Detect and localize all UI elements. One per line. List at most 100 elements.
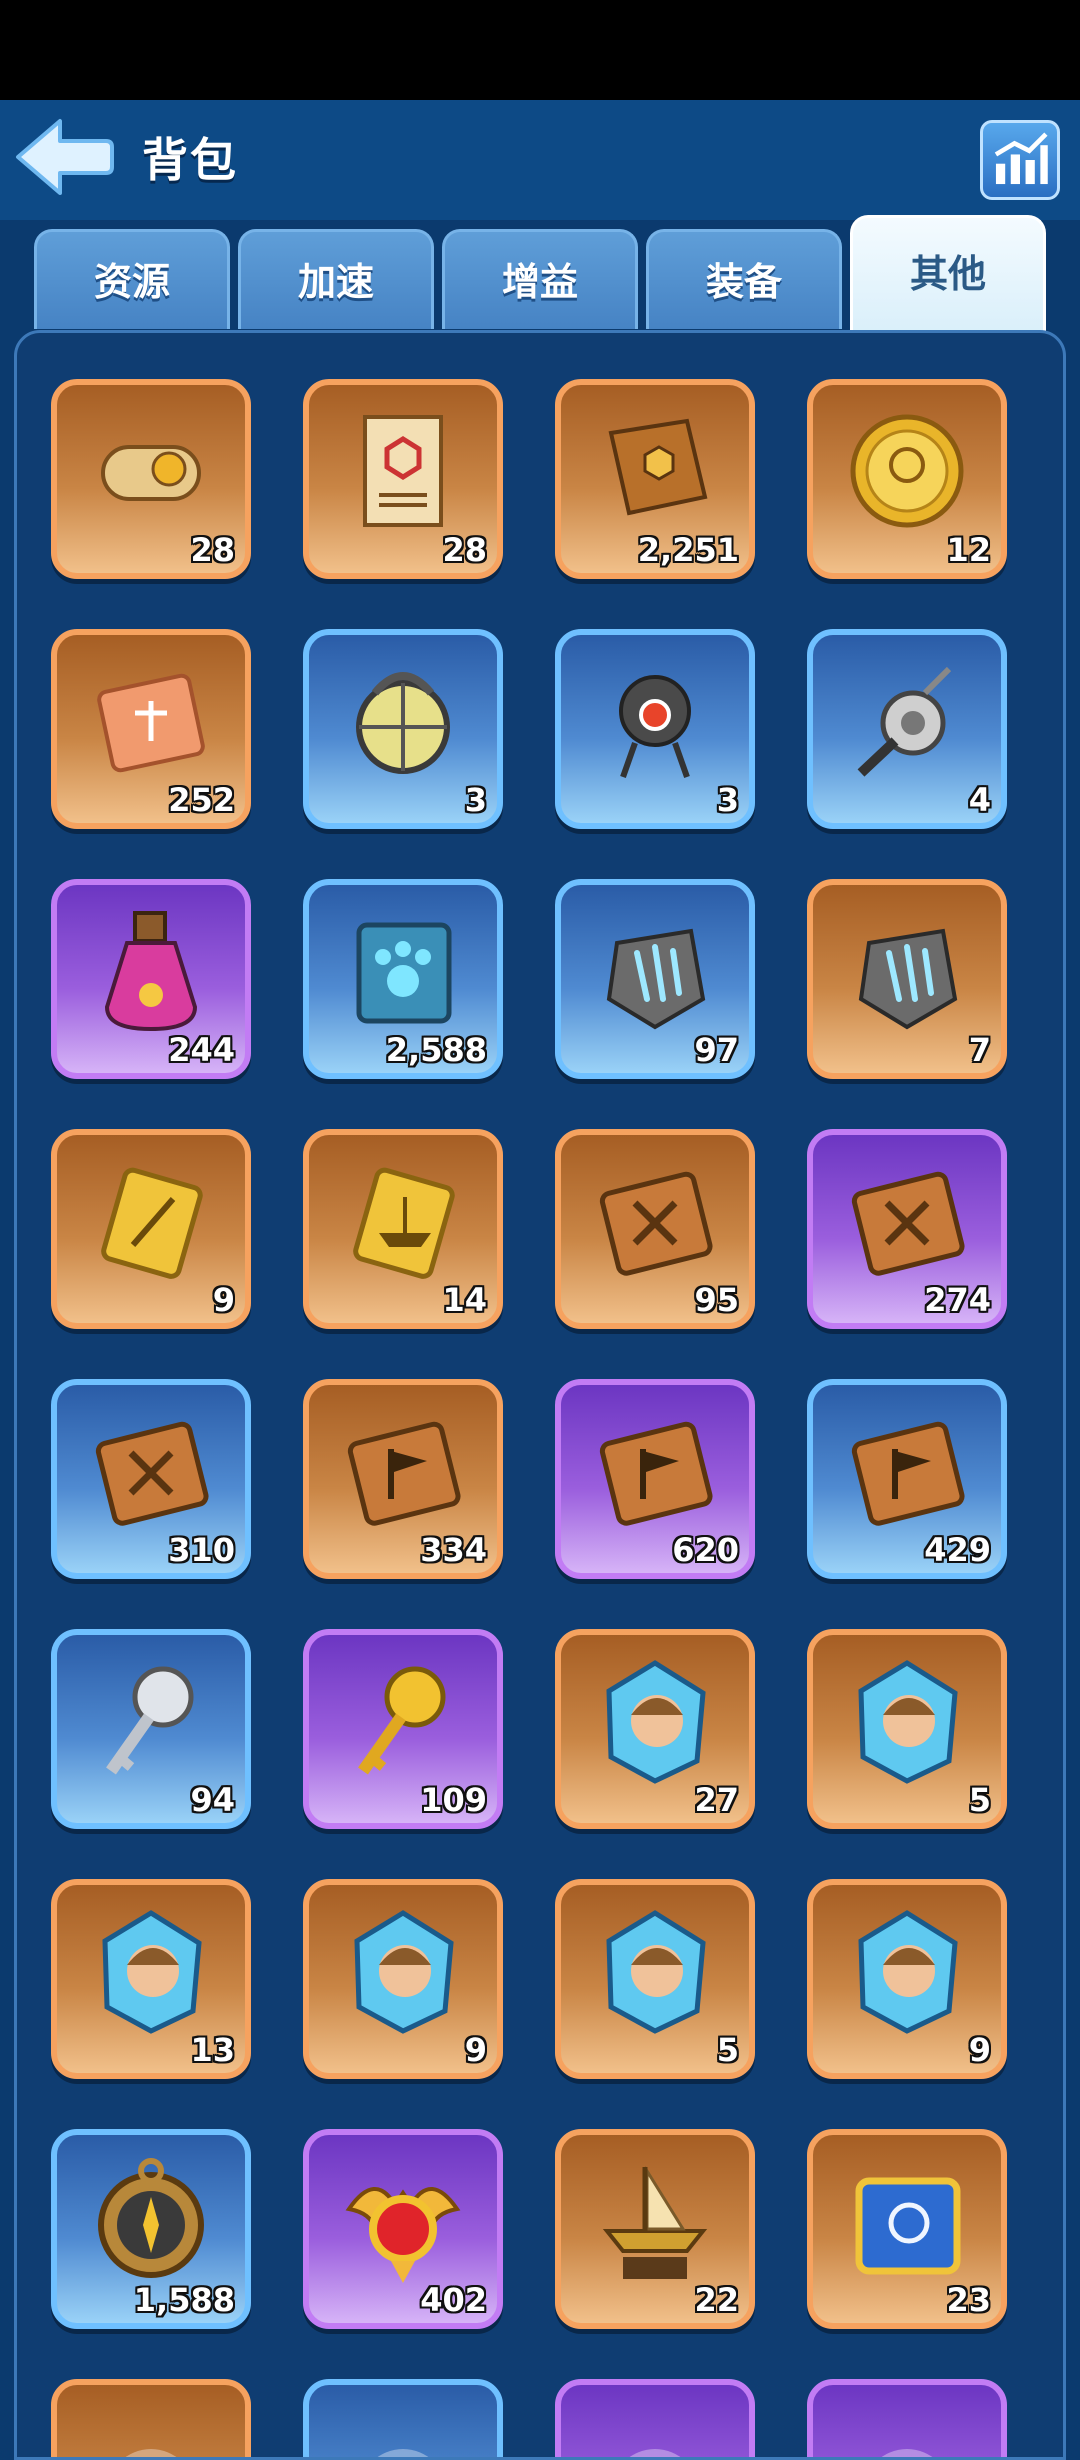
item-count: 244	[168, 1031, 235, 1069]
item-count: 14	[442, 1281, 487, 1319]
item-count: 5	[716, 2031, 739, 2069]
item-count: 27	[694, 1781, 739, 1819]
sword-book-icon	[851, 1171, 965, 1276]
inventory-slot[interactable]: 12	[807, 379, 1007, 579]
item-icon	[377, 2449, 429, 2457]
item-count: 109	[420, 1781, 487, 1819]
status-bar	[0, 0, 1080, 100]
inventory-slot[interactable]: 97	[555, 879, 755, 1079]
item-count: 274	[924, 1281, 991, 1319]
inventory-slot[interactable]: 9	[807, 1879, 1007, 2079]
inventory-slot[interactable]	[555, 2379, 755, 2457]
inventory-slot[interactable]: 2,251	[555, 379, 755, 579]
inventory-slot[interactable]: 14	[303, 1129, 503, 1329]
item-count: 252	[168, 781, 235, 819]
inventory-slot[interactable]: 94	[51, 1629, 251, 1829]
tab-resources[interactable]: 资源	[34, 229, 230, 329]
lantern-icon	[356, 672, 450, 774]
flag-book-icon	[599, 1421, 713, 1526]
inventory-slot[interactable]: 244	[51, 879, 251, 1079]
item-count: 5	[968, 1781, 991, 1819]
item-icon	[881, 2449, 933, 2457]
potion-icon	[104, 911, 198, 1032]
hero-shard-icon	[606, 1660, 706, 1784]
inventory-slot[interactable]: 620	[555, 1379, 755, 1579]
inventory-slot[interactable]: 5	[807, 1629, 1007, 1829]
item-icon	[629, 2449, 681, 2457]
inventory-slot[interactable]: 310	[51, 1379, 251, 1579]
claw-stone-icon	[858, 928, 958, 1030]
inventory-slot[interactable]: 95	[555, 1129, 755, 1329]
claw-stone-icon	[606, 928, 706, 1030]
item-count: 9	[212, 1281, 235, 1319]
item-count: 13	[190, 2031, 235, 2069]
tab-speedup[interactable]: 加速	[238, 229, 434, 329]
sword-card-icon	[101, 1167, 203, 1279]
inventory-slot[interactable]: 402	[303, 2129, 503, 2329]
stats-button[interactable]	[980, 120, 1060, 200]
hero-shard-icon	[354, 1910, 454, 2034]
flag-book-icon	[851, 1421, 965, 1526]
item-count: 94	[190, 1781, 235, 1819]
item-count: 1,588	[133, 2281, 235, 2319]
inventory-slot[interactable]: 252	[51, 629, 251, 829]
tab-equipment[interactable]: 装备	[646, 229, 842, 329]
inventory-slot[interactable]: 13	[51, 1879, 251, 2079]
item-count: 402	[420, 2281, 487, 2319]
fishing-reel-icon	[857, 666, 952, 777]
bar-chart-icon	[994, 132, 1048, 185]
inventory-slot[interactable]: 3	[555, 629, 755, 829]
hero-shard-icon	[858, 1910, 958, 2034]
item-count: 95	[694, 1281, 739, 1319]
inventory-slot[interactable]	[303, 2379, 503, 2457]
item-icon	[125, 2449, 177, 2457]
parchment-icon	[363, 415, 443, 527]
inventory-slot[interactable]: 23	[807, 2129, 1007, 2329]
item-count: 2,588	[385, 1031, 487, 1069]
tab-buffs[interactable]: 增益	[442, 229, 638, 329]
inventory-slot[interactable]: 5	[555, 1879, 755, 2079]
inventory-slot[interactable]: 3	[303, 629, 503, 829]
inventory-slot[interactable]: 28	[303, 379, 503, 579]
inventory-slot[interactable]: 109	[303, 1629, 503, 1829]
item-count: 12	[946, 531, 991, 569]
inventory-slot[interactable]: 4	[807, 629, 1007, 829]
item-count: 28	[442, 531, 487, 569]
ticket-icon	[97, 673, 205, 773]
inventory-slot[interactable]: 7	[807, 879, 1007, 1079]
inventory-slot[interactable]	[51, 2379, 251, 2457]
item-count: 9	[464, 2031, 487, 2069]
item-count: 334	[420, 1531, 487, 1569]
paw-book-icon	[356, 922, 452, 1024]
silver-key-icon	[106, 1666, 194, 1775]
ship-trophy-icon	[602, 2165, 708, 2279]
inventory-slot[interactable]: 27	[555, 1629, 755, 1829]
inventory-slot[interactable]: 334	[303, 1379, 503, 1579]
hero-shard-icon	[858, 1660, 958, 1784]
robot-drone-icon	[619, 675, 691, 778]
inventory-slot[interactable]: 429	[807, 1379, 1007, 1579]
inventory-slot[interactable]: 274	[807, 1129, 1007, 1329]
inventory-slot[interactable]: 2,588	[303, 879, 503, 1079]
back-arrow-icon[interactable]	[14, 115, 114, 199]
item-count: 9	[968, 2031, 991, 2069]
page-title: 背包	[142, 133, 238, 187]
item-count: 620	[672, 1531, 739, 1569]
item-count: 310	[168, 1531, 235, 1569]
boat-card-icon	[353, 1167, 455, 1279]
tab-other[interactable]: 其他	[850, 215, 1046, 335]
hero-shard-icon	[606, 1910, 706, 2034]
inventory-slot[interactable]: 9	[51, 1129, 251, 1329]
inventory-slot[interactable]	[807, 2379, 1007, 2457]
gem-medal-icon	[345, 2187, 461, 2283]
item-count: 22	[694, 2281, 739, 2319]
item-count: 28	[190, 531, 235, 569]
item-count: 97	[694, 1031, 739, 1069]
inventory-slot[interactable]: 28	[51, 379, 251, 579]
inventory-slot[interactable]: 9	[303, 1879, 503, 2079]
scroll-icon	[101, 445, 201, 501]
item-count: 429	[924, 1531, 991, 1569]
inventory-slot[interactable]: 1,588	[51, 2129, 251, 2329]
inventory-slot[interactable]: 22	[555, 2129, 755, 2329]
inventory-grid: 28 28 2,251 12 252 3 3 4 244 2,588 97 7 9 14 95 274 310 3…	[14, 330, 1066, 2460]
